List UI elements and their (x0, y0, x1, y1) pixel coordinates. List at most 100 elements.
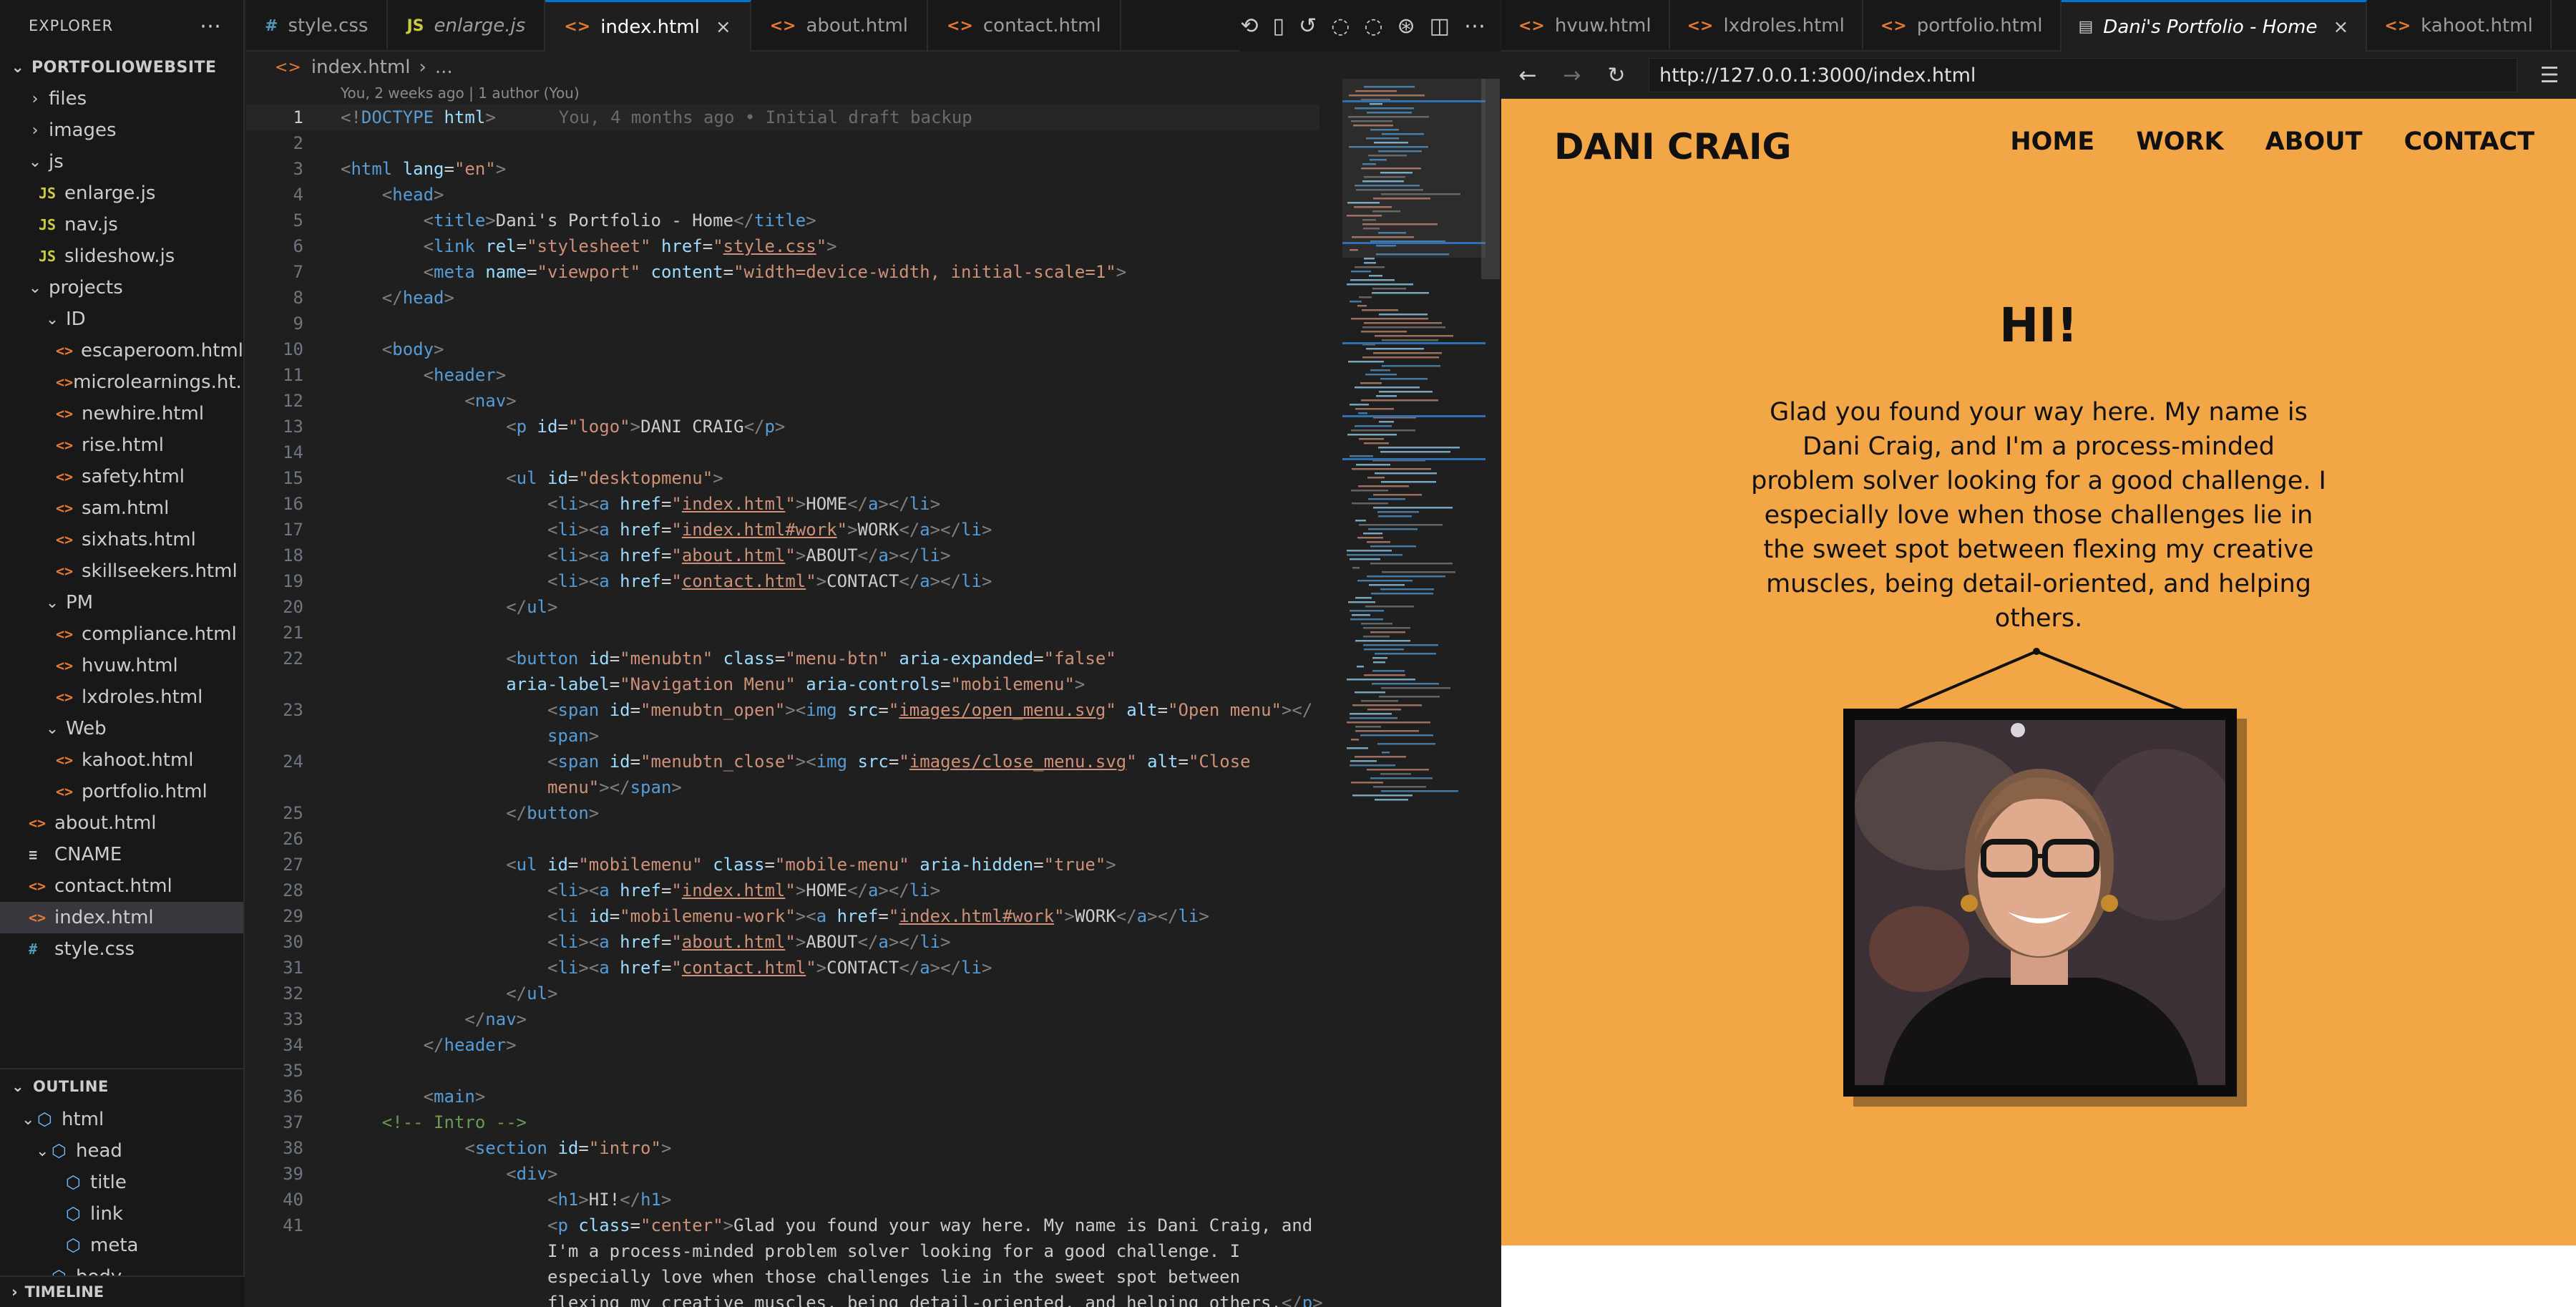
file-item[interactable]: <> portfolio.html (0, 776, 243, 807)
minimap-line (1350, 764, 1395, 767)
minimap-line (1365, 606, 1414, 608)
minimap-line (1370, 563, 1453, 565)
file-item[interactable]: <> safety.html (0, 461, 243, 492)
tree-item-label: compliance.html (82, 623, 237, 645)
back-arrow-icon[interactable]: ← (1516, 63, 1540, 88)
open-changes-icon[interactable]: ▯ (1272, 14, 1284, 39)
file-item[interactable]: <> hvuw.html (0, 650, 243, 681)
minimap-highlight (1342, 100, 1485, 102)
split-editor-icon[interactable]: ◫ (1430, 14, 1450, 39)
file-item[interactable]: <> skillseekers.html (0, 555, 243, 587)
file-item[interactable]: JS slideshow.js (0, 240, 243, 272)
folder-item[interactable]: › files (0, 83, 243, 115)
folder-item[interactable]: ⌄ PM (0, 587, 243, 618)
minimap-line (1370, 369, 1390, 371)
minimap-line (1361, 700, 1398, 702)
outline-header[interactable]: ⌄ OUTLINE (0, 1069, 245, 1104)
file-item[interactable]: <> microlearnings.ht... (0, 366, 243, 398)
folder-item[interactable]: ⌄ js (0, 146, 243, 178)
editor-scrollbar[interactable] (1481, 79, 1500, 279)
codelens-blame[interactable]: You, 2 weeks ago | 1 author (You) (341, 84, 580, 102)
nav-link-home[interactable]: HOME (2010, 127, 2094, 156)
file-item[interactable]: <> newhire.html (0, 398, 243, 429)
file-item[interactable]: <> sixhats.html (0, 524, 243, 555)
minimap-line (1370, 631, 1405, 633)
file-item[interactable]: <> sam.html (0, 492, 243, 524)
outline-item-label: meta (90, 1235, 139, 1256)
tab[interactable]: <> portfolio.html (1863, 0, 2062, 52)
minimap-line (1375, 799, 1408, 801)
file-item[interactable]: <> kahoot.html (0, 744, 243, 776)
tab[interactable]: JS enlarge.js (388, 0, 546, 52)
tab[interactable]: ▤ Dani's Portfolio - Home × (2061, 0, 2368, 52)
source-control-icon[interactable]: ⊛ (1397, 14, 1415, 39)
code-line: 6 <link rel="stylesheet" href="style.css… (246, 233, 837, 259)
nav-link-contact[interactable]: CONTACT (2404, 127, 2534, 156)
timeline-header[interactable]: › TIMELINE (0, 1276, 245, 1307)
tab[interactable]: <> index.html × (545, 0, 751, 52)
previous-change-icon[interactable]: ◌ (1331, 14, 1350, 39)
code-line: 40 <h1>HI!</h1> (246, 1187, 671, 1213)
tab[interactable]: <> lxdroles.html (1670, 0, 1863, 52)
file-item[interactable]: <> lxdroles.html (0, 681, 243, 713)
breadcrumb-file[interactable]: index.html (311, 57, 411, 78)
file-item[interactable]: <> about.html (0, 807, 243, 839)
outline-item[interactable]: ⬡ link (0, 1198, 245, 1230)
outline-item[interactable]: ⬡ meta (0, 1230, 245, 1261)
minimap-line (1347, 679, 1415, 681)
outline-item[interactable]: ⌄ ⬡ head (0, 1135, 245, 1167)
file-item[interactable]: <> contact.html (0, 870, 243, 902)
file-item[interactable]: # style.css (0, 933, 243, 965)
minimap-line (1348, 361, 1384, 363)
file-tree: › files › images ⌄ js JS enlarge.js JS nav.js JS sl… (0, 83, 243, 965)
more-actions-icon[interactable]: ⋯ (200, 14, 222, 39)
close-icon[interactable]: × (2333, 16, 2349, 38)
more-actions-icon[interactable]: ⋯ (1464, 14, 1485, 39)
code-line: 21 (246, 620, 341, 646)
folder-item[interactable]: ⌄ projects (0, 272, 243, 303)
minimap[interactable] (1342, 79, 1485, 1307)
minimap-line (1347, 283, 1413, 286)
chevron-right-icon: › (31, 89, 39, 108)
file-item[interactable]: ≡ CNAME (0, 839, 243, 870)
explorer-root-folder[interactable]: ⌄ PORTFOLIOWEBSITE (0, 52, 243, 83)
nav-link-about[interactable]: ABOUT (2265, 127, 2363, 156)
tree-item-label: kahoot.html (82, 749, 194, 771)
minimap-line (1376, 395, 1397, 397)
file-item[interactable]: JS enlarge.js (0, 178, 243, 209)
file-item[interactable]: JS nav.js (0, 209, 243, 240)
minimap-highlight (1342, 458, 1485, 460)
next-change-icon[interactable]: ◌ (1364, 14, 1382, 39)
timeline-history-icon[interactable]: ⟲ (1240, 14, 1258, 39)
html-file-icon: <> (1880, 16, 1907, 35)
chevron-down-icon: ⌄ (45, 593, 59, 612)
breadcrumb-symbol[interactable]: ... (435, 57, 453, 78)
close-icon[interactable]: × (716, 16, 731, 38)
file-item[interactable]: <> index.html (0, 902, 243, 933)
tab[interactable]: <> hvuw.html (1501, 0, 1670, 52)
outline-item[interactable]: ⬡ title (0, 1167, 245, 1198)
revert-icon[interactable]: ↺ (1299, 14, 1317, 39)
folder-item[interactable]: › images (0, 115, 243, 146)
nav-link-work[interactable]: WORK (2136, 127, 2223, 156)
tab[interactable]: # style.css (246, 0, 389, 52)
reload-icon[interactable]: ↻ (1604, 63, 1629, 88)
file-item[interactable]: <> rise.html (0, 429, 243, 461)
code-editor: # style.css JS enlarge.js <> index.html × <> abo… (246, 0, 1500, 1307)
site-logo[interactable]: DANI CRAIG (1554, 126, 1792, 167)
tree-item-label: skillseekers.html (82, 560, 238, 582)
code-line: I'm a process-minded problem solver look… (547, 1241, 1241, 1261)
file-item[interactable]: <> compliance.html (0, 618, 243, 650)
tab[interactable]: <> kahoot.html (2367, 0, 2552, 52)
file-item[interactable]: <> escaperoom.html (0, 335, 243, 366)
code-area[interactable]: You, 2 weeks ago | 1 author (You) 1 <!DOC… (246, 84, 1323, 1307)
explorer-header: EXPLORER ⋯ (0, 0, 243, 52)
tab[interactable]: <> contact.html (928, 0, 1121, 52)
tab[interactable]: <> about.html (751, 0, 929, 52)
address-bar[interactable]: http://127.0.0.1:3000/index.html (1649, 58, 2517, 92)
folder-item[interactable]: ⌄ ID (0, 303, 243, 335)
folder-item[interactable]: ⌄ Web (0, 713, 243, 744)
forward-arrow-icon[interactable]: → (1560, 63, 1584, 88)
outline-item[interactable]: ⌄ ⬡ html (0, 1104, 245, 1135)
menu-icon[interactable]: ☰ (2537, 63, 2562, 88)
